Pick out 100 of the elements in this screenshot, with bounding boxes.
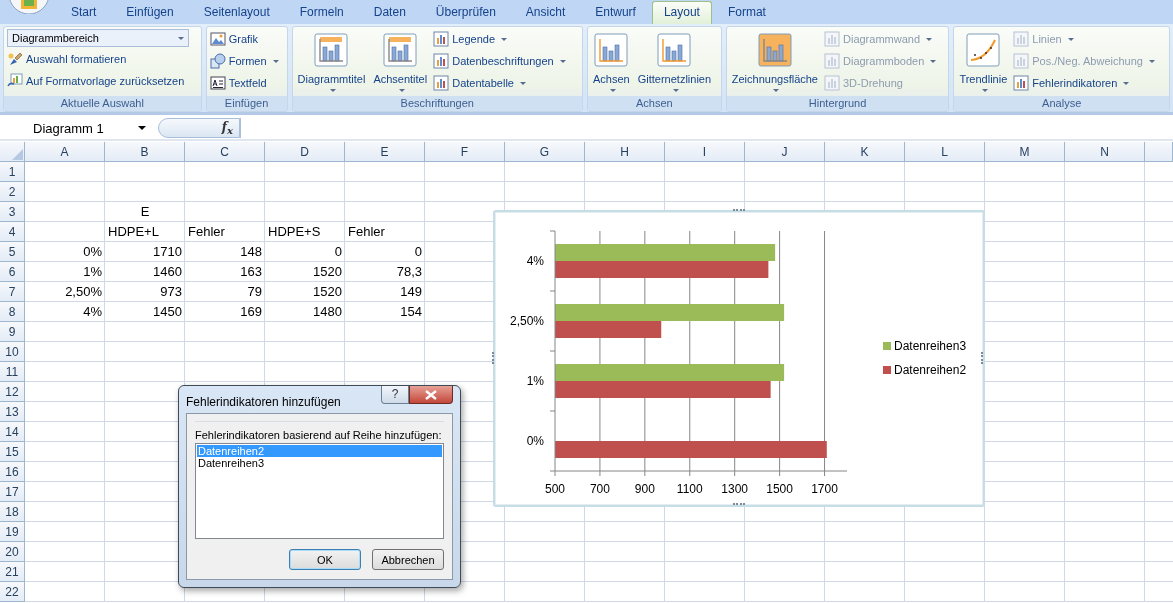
column-header[interactable]: A xyxy=(25,142,105,162)
axis-label: 1300 xyxy=(721,482,749,496)
table-cell-text: 1520 xyxy=(312,263,343,281)
picture-icon xyxy=(209,31,226,47)
ribbon-button[interactable]: Achsen xyxy=(591,29,632,96)
ribbon-button[interactable]: Datentabelle xyxy=(433,73,566,93)
column-header[interactable]: K xyxy=(825,142,905,162)
chart-icon xyxy=(1013,53,1030,69)
ribbon-button[interactable]: Zeichnungsfläche xyxy=(729,29,820,96)
ribbon-button[interactable]: Diagrammtitel xyxy=(295,29,368,96)
row-header[interactable]: 10 xyxy=(0,342,25,362)
resize-handle[interactable] xyxy=(733,209,745,214)
resize-handle[interactable] xyxy=(492,352,497,364)
caret-icon xyxy=(1148,59,1155,63)
chart-element-dropdown[interactable]: Diagrammbereich xyxy=(7,29,189,47)
row-header[interactable]: 20 xyxy=(0,542,25,562)
column-header[interactable]: E xyxy=(345,142,425,162)
list-item[interactable]: Datenreihen3 xyxy=(197,457,442,469)
row-header[interactable]: 16 xyxy=(0,462,25,482)
column-header[interactable]: I xyxy=(665,142,745,162)
column-header[interactable]: B xyxy=(105,142,185,162)
table-cell-text: 1520 xyxy=(312,283,343,301)
row-header[interactable]: 19 xyxy=(0,522,25,542)
ribbon-tab[interactable]: Start xyxy=(57,1,111,24)
select-all-button[interactable] xyxy=(0,142,25,162)
ribbon-button[interactable]: Achsentitel xyxy=(371,29,430,96)
row-header[interactable]: 17 xyxy=(0,482,25,502)
row-header[interactable]: 7 xyxy=(0,282,25,302)
column-header[interactable]: L xyxy=(905,142,985,162)
legend-label: Datenreihen2 xyxy=(894,363,967,377)
column-header[interactable]: N xyxy=(1065,142,1145,162)
ribbon-tab[interactable]: Einfügen xyxy=(112,1,188,24)
ribbon-button[interactable]: Trendlinie xyxy=(957,29,1010,96)
chart-icon xyxy=(433,31,450,47)
row-header[interactable]: 9 xyxy=(0,322,25,342)
row-header[interactable]: 5 xyxy=(0,242,25,262)
axis-label: 900 xyxy=(634,482,655,496)
row-header[interactable]: 11 xyxy=(0,362,25,382)
resize-handle[interactable] xyxy=(733,503,745,508)
caret-icon xyxy=(501,37,507,41)
ribbon-button[interactable]: Gitternetzlinien xyxy=(635,29,714,96)
resize-handle[interactable] xyxy=(981,352,986,364)
list-prompt: Fehlerindikatoren basierend auf Reihe hinzufügen: xyxy=(195,421,444,441)
ribbon-tab[interactable]: Ansicht xyxy=(511,1,580,24)
row-header[interactable]: 21 xyxy=(0,562,25,582)
column-header[interactable]: M xyxy=(985,142,1065,162)
group-label: Aktuelle Auswahl xyxy=(4,96,201,111)
table-cell-text: Fehler xyxy=(347,223,386,241)
row-header[interactable]: 18 xyxy=(0,502,25,522)
ribbon-tab[interactable]: Überprüfen xyxy=(421,1,510,24)
column-header[interactable]: G xyxy=(505,142,585,162)
ribbon-tab[interactable]: Formeln xyxy=(285,1,358,24)
ribbon-button[interactable]: Textfeld xyxy=(209,73,279,93)
row-header[interactable]: 12 xyxy=(0,382,25,402)
chart-icon xyxy=(657,33,692,67)
table-cell-text: 1% xyxy=(82,263,103,281)
row-header[interactable]: 4 xyxy=(0,222,25,242)
row-header[interactable]: 15 xyxy=(0,442,25,462)
ribbon-button[interactable]: Datenbeschriftungen xyxy=(433,51,566,71)
ribbon-button[interactable]: Fehlerindikatoren xyxy=(1013,73,1155,93)
row-header[interactable]: 13 xyxy=(0,402,25,422)
chart-icon xyxy=(1013,75,1030,91)
ribbon-tab[interactable]: Layout xyxy=(651,1,712,24)
row-header[interactable]: 2 xyxy=(0,182,25,202)
chart-icon xyxy=(383,33,418,67)
help-button[interactable]: ? xyxy=(381,386,409,404)
caret-icon xyxy=(1123,81,1130,85)
row-header[interactable]: 1 xyxy=(0,162,25,182)
office-button[interactable] xyxy=(9,0,49,14)
column-header[interactable]: F xyxy=(425,142,505,162)
table-cell-text: 169 xyxy=(239,303,263,321)
ok-button[interactable]: OK xyxy=(289,549,361,570)
close-button[interactable] xyxy=(409,386,453,404)
cancel-button[interactable]: Abbrechen xyxy=(372,549,444,570)
insert-function-button[interactable]: f$_{x}$ xyxy=(158,118,240,138)
ribbon-button[interactable]: Auswahl formatieren xyxy=(7,49,189,69)
chart-frame[interactable]: 4% 2,50% 1% 0% 500 700 900 1100 1300 1500 1700 Datenreihen3 Datenreihen2 xyxy=(493,210,985,507)
ribbon-button[interactable]: Grafik xyxy=(209,29,279,49)
column-header[interactable]: J xyxy=(745,142,825,162)
column-header[interactable]: C xyxy=(185,142,265,162)
name-box[interactable]: Diagramm 1 xyxy=(0,118,150,138)
row-header[interactable]: 8 xyxy=(0,302,25,322)
axis-label: 4% xyxy=(526,254,544,268)
ribbon-tab[interactable]: Seitenlayout xyxy=(189,1,284,24)
row-header[interactable]: 6 xyxy=(0,262,25,282)
axis-label: 700 xyxy=(589,482,610,496)
ribbon-button[interactable]: Legende xyxy=(433,29,566,49)
ribbon-tab[interactable]: Daten xyxy=(359,1,420,24)
column-header[interactable]: H xyxy=(585,142,665,162)
ribbon-button[interactable]: Auf Formatvorlage zurücksetzen xyxy=(7,71,189,91)
row-header[interactable]: 14 xyxy=(0,422,25,442)
ribbon-tab[interactable]: Format xyxy=(713,1,780,24)
row-header[interactable]: 3 xyxy=(0,202,25,222)
column-header[interactable]: D xyxy=(265,142,345,162)
row-header[interactable]: 22 xyxy=(0,582,25,602)
ribbon-tab[interactable]: Entwurf xyxy=(581,1,650,24)
series-list[interactable]: Datenreihen2 Datenreihen3 xyxy=(195,443,444,539)
ribbon-button[interactable]: Formen xyxy=(209,51,279,71)
table-cell-text: 4% xyxy=(82,303,103,321)
column-header[interactable] xyxy=(1145,142,1173,162)
